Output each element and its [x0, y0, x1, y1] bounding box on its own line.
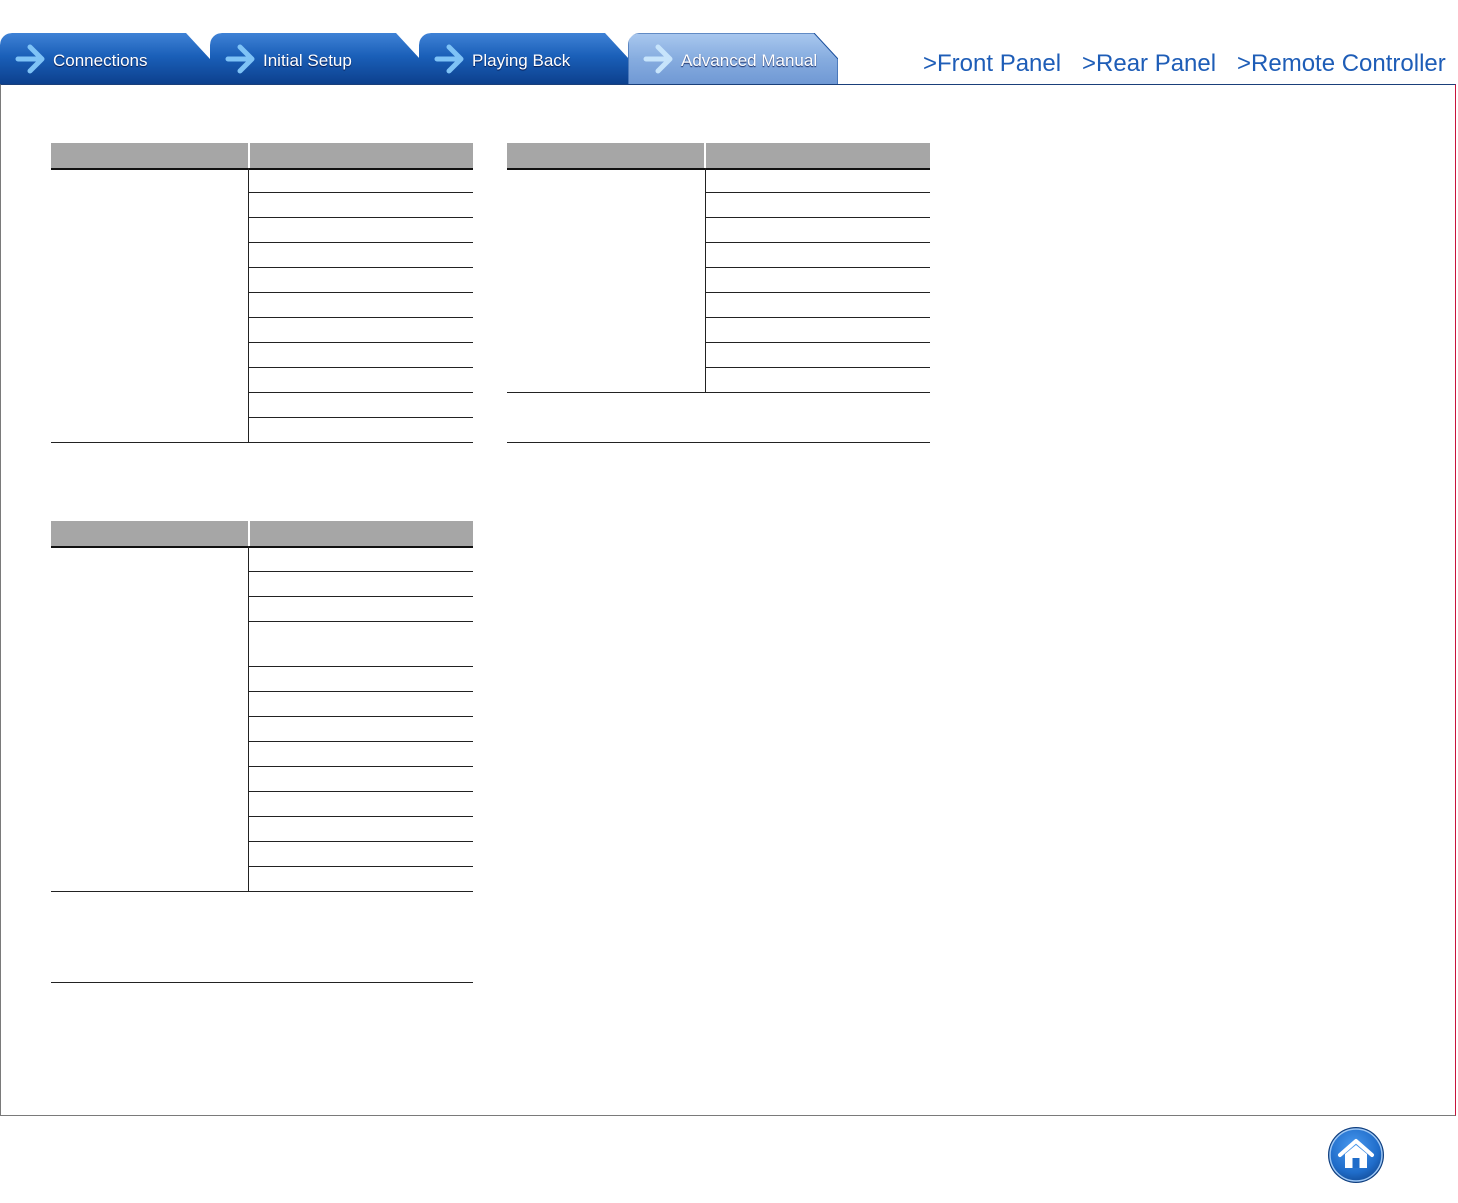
table-row-line [706, 317, 930, 318]
table-row-line [249, 242, 473, 243]
table-row-line [706, 192, 930, 193]
table-row-line [249, 816, 473, 817]
table-row-line [249, 741, 473, 742]
table-row-line [249, 217, 473, 218]
table-bottom-line [507, 442, 930, 443]
arrow-right-icon [225, 44, 255, 74]
arrow-right-icon [15, 44, 45, 74]
table-row-line [249, 267, 473, 268]
table-row-line [706, 267, 930, 268]
tab-playing-back[interactable]: Playing Back [419, 33, 629, 85]
table-row-line [706, 292, 930, 293]
tab-advanced-manual[interactable]: Advanced Manual [628, 33, 838, 85]
table-row-line [249, 292, 473, 293]
header-divider [248, 521, 250, 546]
table-row-line [51, 891, 473, 892]
table-row-line [249, 841, 473, 842]
table-row-line [249, 596, 473, 597]
table-row-line [249, 192, 473, 193]
table-1 [51, 143, 473, 444]
table-row-line [249, 317, 473, 318]
table-row-line [249, 716, 473, 717]
column-divider [248, 168, 249, 443]
table-row-line [249, 417, 473, 418]
home-icon [1328, 1127, 1384, 1183]
table-3 [51, 521, 473, 985]
tab-label: Initial Setup [263, 51, 352, 70]
table-row-line [249, 392, 473, 393]
table-row-line [249, 367, 473, 368]
arrow-right-icon [434, 44, 464, 74]
table-row-line [249, 571, 473, 572]
table-row-line [706, 217, 930, 218]
table-row-line [249, 342, 473, 343]
home-button[interactable] [1326, 1125, 1386, 1185]
table-bottom-line [51, 982, 473, 983]
table-row-line [507, 392, 930, 393]
column-divider [705, 168, 706, 393]
tab-label: Advanced Manual [681, 51, 818, 70]
header-divider [248, 143, 250, 168]
rear-panel-link[interactable]: >Rear Panel [1082, 50, 1216, 78]
table-row-line [249, 866, 473, 867]
table-header [51, 521, 473, 548]
table-header [507, 143, 930, 170]
tab-initial-setup[interactable]: Initial Setup [210, 33, 420, 85]
table-row-line [706, 367, 930, 368]
tab-label: Playing Back [472, 51, 571, 70]
tab-connections[interactable]: Connections [0, 33, 210, 85]
table-row-line [706, 242, 930, 243]
table-bottom-line [51, 442, 473, 443]
table-row-line [706, 342, 930, 343]
table-header [51, 143, 473, 170]
table-row-line [249, 621, 473, 622]
table-2 [507, 143, 930, 444]
table-row-line [249, 691, 473, 692]
table-row-line [249, 666, 473, 667]
main-tab-bar: Connections Initial Setup Playing Back A… [0, 33, 840, 85]
remote-controller-link[interactable]: >Remote Controller [1237, 50, 1446, 78]
table-row-line [249, 766, 473, 767]
table-row-line [249, 791, 473, 792]
tab-label: Connections [53, 51, 148, 70]
header-divider [704, 143, 706, 168]
front-panel-link[interactable]: >Front Panel [923, 50, 1061, 78]
arrow-right-icon [643, 44, 673, 74]
